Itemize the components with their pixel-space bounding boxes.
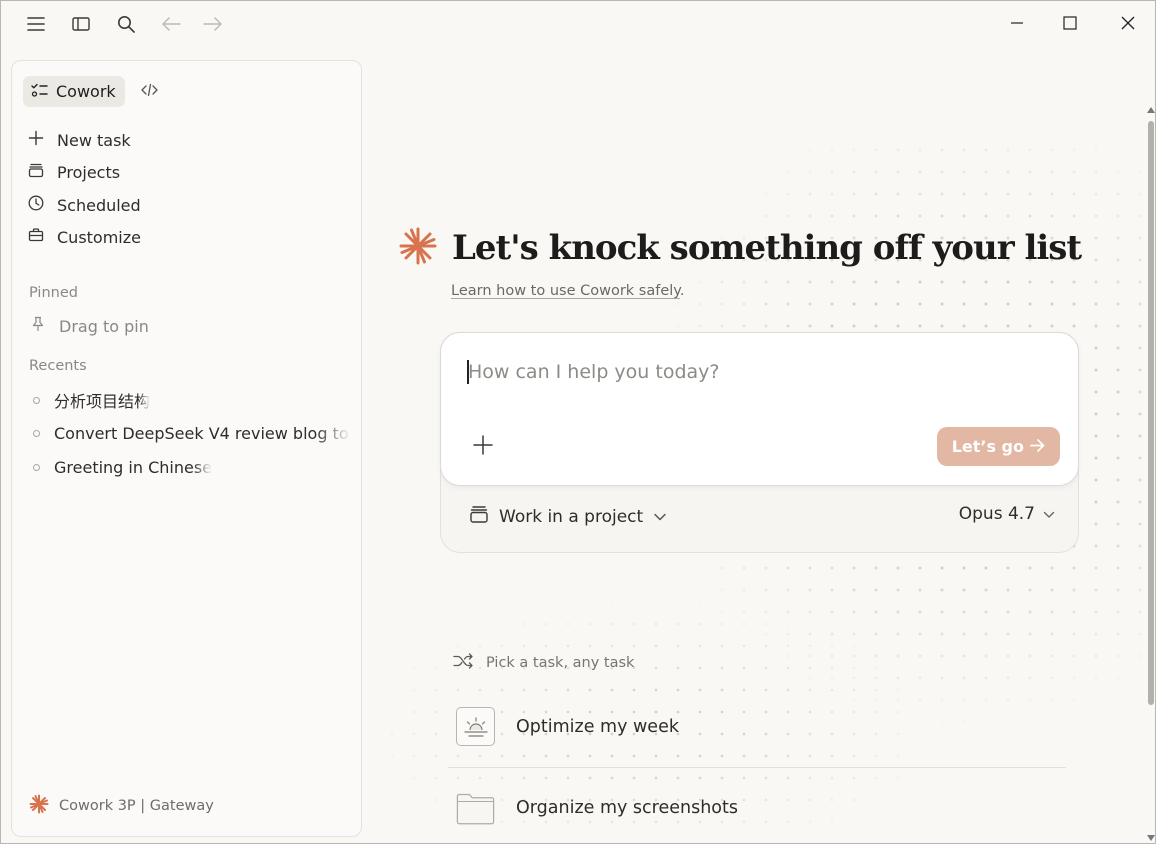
model-selector[interactable]: Opus 4.7	[959, 504, 1055, 524]
recent-item-label: Convert DeepSeek V4 review blog to PDF	[54, 423, 351, 443]
close-icon[interactable]	[1105, 7, 1151, 39]
scrollbar[interactable]	[1146, 105, 1155, 843]
sparkle-logo-icon	[399, 227, 437, 269]
back-arrow-icon[interactable]	[159, 12, 183, 36]
project-selector[interactable]: Work in a project	[469, 504, 667, 529]
learn-line: Learn how to use Cowork safely.	[451, 283, 684, 299]
chevron-down-icon	[1043, 504, 1055, 524]
task-suggestions-label: Pick a task, any task	[486, 655, 635, 671]
sparkle-logo-icon	[29, 794, 49, 818]
tab-code[interactable]	[135, 76, 164, 107]
task-suggestion[interactable]: Organize my screenshots	[456, 788, 738, 827]
tab-cowork[interactable]: Cowork	[23, 76, 125, 107]
sidebar-item-customize[interactable]: Customize	[28, 223, 141, 251]
shuffle-icon	[453, 653, 474, 673]
stack-icon	[469, 504, 489, 529]
code-icon	[141, 82, 158, 101]
page-title: Let's knock something off your list	[452, 228, 1082, 268]
search-icon[interactable]	[114, 12, 138, 36]
plus-icon	[28, 130, 44, 150]
recent-item[interactable]: Convert DeepSeek V4 review blog to PDF	[33, 420, 351, 446]
briefcase-icon	[28, 227, 44, 247]
project-selector-label: Work in a project	[499, 506, 644, 527]
task-suggestion-label: Organize my screenshots	[516, 797, 738, 818]
pinned-section-label: Pinned	[29, 285, 78, 301]
plus-icon	[473, 435, 493, 459]
status-dot-icon	[33, 429, 40, 437]
arrow-right-icon	[1030, 437, 1045, 456]
folder-icon	[456, 788, 495, 827]
sidebar-item-new-task[interactable]: New task	[28, 126, 131, 154]
learn-link[interactable]: Learn how to use Cowork safely	[451, 283, 680, 299]
recent-item-label: Greeting in Chinese	[54, 457, 213, 477]
task-suggestion[interactable]: Optimize my week	[456, 707, 679, 746]
sidebar-item-label: Customize	[57, 227, 141, 247]
sidebar-item-label: New task	[57, 130, 131, 150]
pin-icon	[31, 316, 45, 336]
sunrise-icon	[456, 707, 495, 746]
model-selector-label: Opus 4.7	[958, 504, 1035, 524]
tab-cowork-label: Cowork	[56, 82, 116, 101]
sidebar-item-label: Projects	[57, 162, 121, 182]
status-dot-icon	[33, 463, 40, 471]
recent-item[interactable]: Greeting in Chinese	[33, 454, 351, 480]
prompt-input[interactable]	[468, 357, 1028, 387]
app-window: Cowork New task Projects Scheduled Custo…	[0, 0, 1156, 844]
task-suggestions-header[interactable]: Pick a task, any task	[453, 653, 634, 673]
workspace-footer[interactable]: Cowork 3P | Gateway	[29, 794, 214, 818]
pinned-hint-text: Drag to pin	[59, 316, 149, 336]
sidebar-item-label: Scheduled	[57, 195, 141, 215]
pinned-drop-zone[interactable]: Drag to pin	[31, 316, 149, 336]
sidebar-item-projects[interactable]: Projects	[28, 158, 120, 186]
learn-suffix: .	[679, 283, 685, 299]
stack-icon	[28, 162, 44, 182]
composer: Let’s go	[440, 332, 1079, 486]
recent-item[interactable]: 分析项目结构	[33, 387, 351, 413]
status-dot-icon	[33, 396, 40, 404]
hero-heading: Let's knock something off your list	[399, 227, 1082, 269]
recent-item-label: 分析项目结构	[54, 392, 151, 411]
workspace-label: Cowork 3P | Gateway	[59, 798, 214, 814]
sidebar-toggle-icon[interactable]	[69, 12, 93, 36]
clock-icon	[28, 195, 44, 215]
scroll-up-icon[interactable]	[1147, 107, 1155, 113]
submit-button[interactable]: Let’s go	[936, 427, 1060, 466]
checklist-icon	[31, 82, 48, 101]
task-suggestion-label: Optimize my week	[516, 716, 679, 737]
scroll-down-icon[interactable]	[1147, 835, 1155, 841]
title-bar	[1, 1, 1155, 47]
maximize-icon[interactable]	[1047, 7, 1093, 39]
divider	[448, 767, 1066, 768]
recents-section-label: Recents	[29, 358, 87, 374]
mode-switcher: Cowork	[23, 76, 164, 107]
forward-arrow-icon[interactable]	[201, 12, 225, 36]
submit-button-label: Let’s go	[951, 437, 1024, 456]
sidebar: Cowork New task Projects Scheduled Custo…	[11, 60, 362, 837]
add-attachment-button[interactable]	[469, 433, 497, 461]
minimize-icon[interactable]	[994, 7, 1040, 39]
chevron-down-icon	[653, 507, 667, 527]
scrollbar-thumb[interactable]	[1148, 121, 1154, 705]
sidebar-item-scheduled[interactable]: Scheduled	[28, 191, 141, 219]
menu-icon[interactable]	[24, 12, 48, 36]
